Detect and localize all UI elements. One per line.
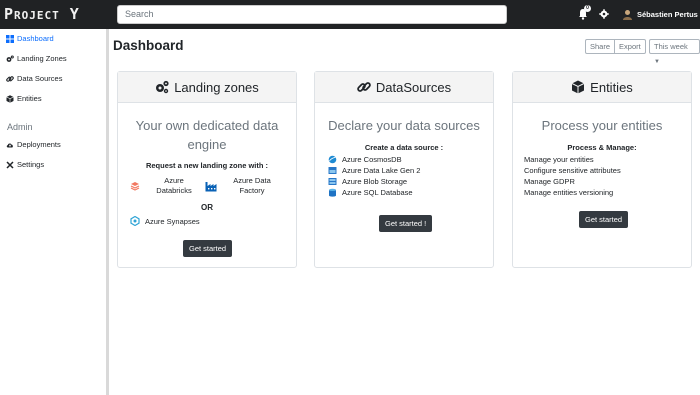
get-started-button[interactable]: Get started ! xyxy=(379,215,433,232)
sidebar-item-deployments[interactable]: Deployments xyxy=(6,140,61,149)
gears-icon xyxy=(6,55,14,62)
get-started-button[interactable]: Get started xyxy=(183,240,233,257)
sidebar-item-label: Landing Zones xyxy=(17,54,67,63)
sidebar-item-label: Deployments xyxy=(17,140,61,149)
option-label: Factory xyxy=(239,186,265,195)
sidebar-item-entities[interactable]: Entities xyxy=(6,94,42,103)
tools-icon xyxy=(6,160,14,169)
sidebar-item-landing-zones[interactable]: Landing Zones xyxy=(6,54,67,63)
list-item: Configure sensitive attributes xyxy=(524,166,621,175)
sidebar-divider xyxy=(106,29,109,395)
option-label: Azure xyxy=(164,176,184,185)
synapse-icon[interactable] xyxy=(130,216,140,226)
link-icon xyxy=(6,75,14,82)
datasource-list: Azure CosmosDB Azure Data Lake Gen 2 Azu… xyxy=(328,154,420,198)
share-export-group: Share Export xyxy=(585,39,646,54)
share-button[interactable]: Share xyxy=(585,39,616,54)
card-header: DataSources xyxy=(315,72,493,103)
sidebar-item-dashboard[interactable]: Dashboard xyxy=(6,34,54,43)
list-item: Manage entities versioning xyxy=(524,188,614,197)
azure-databricks-option[interactable]: Azure Databricks xyxy=(148,176,200,196)
notification-badge: 0 xyxy=(584,5,591,12)
list-item[interactable]: Azure CosmosDB xyxy=(328,154,420,165)
list-item-label: Azure CosmosDB xyxy=(342,155,402,164)
cube-icon xyxy=(6,94,14,103)
admin-section-title: Admin xyxy=(7,122,33,132)
card-title: Entities xyxy=(590,79,633,95)
chevron-down-icon: ▼ xyxy=(654,59,660,65)
card-lead: Process your entities xyxy=(541,118,663,133)
card-header: Landing zones xyxy=(118,72,296,103)
list-item-label: Azure SQL Database xyxy=(342,188,413,197)
entities-list: Manage your entities Configure sensitive… xyxy=(524,154,621,198)
list-item[interactable]: Azure Data Lake Gen 2 xyxy=(328,165,420,176)
azure-synapses-option[interactable]: Azure Synapses xyxy=(145,217,200,226)
data-lake-icon xyxy=(328,167,337,174)
list-item: Manage GDPR xyxy=(524,177,575,186)
option-label: Databricks xyxy=(156,186,192,195)
sidebar-item-settings[interactable]: Settings xyxy=(6,160,44,169)
list-item[interactable]: Azure Blob Storage xyxy=(328,176,420,187)
search-input[interactable]: Search xyxy=(117,5,507,24)
list-item: Manage your entities xyxy=(524,155,594,164)
period-dropdown-label: This week xyxy=(654,42,688,51)
sidebar-item-data-sources[interactable]: Data Sources xyxy=(6,74,62,83)
cube-icon xyxy=(571,80,585,94)
blob-storage-icon xyxy=(328,178,337,185)
sidebar-item-label: Settings xyxy=(17,160,45,169)
or-separator: OR xyxy=(201,203,213,212)
gears-icon xyxy=(156,80,169,94)
cloud-upload-icon xyxy=(6,142,13,147)
sidebar xyxy=(0,29,106,395)
card-lead: Your own dedicated data engine xyxy=(118,116,296,154)
card-title: DataSources xyxy=(375,79,452,95)
list-item-label: Azure Data Lake Gen 2 xyxy=(342,166,421,175)
sidebar-item-label: Entities xyxy=(17,94,42,103)
option-label: Azure Data xyxy=(233,176,271,185)
data-factory-icon[interactable] xyxy=(205,181,217,192)
avatar[interactable] xyxy=(622,9,633,20)
card-subtitle: Process & Manage: xyxy=(567,143,637,152)
card-lead-line: Your own dedicated data xyxy=(135,118,279,133)
app-brand[interactable]: Project Y xyxy=(4,5,80,23)
card-lead: Declare your data sources xyxy=(328,118,480,133)
azure-data-factory-option[interactable]: Azure Data Factory xyxy=(222,176,282,196)
card-subtitle: Request a new landing zone with : xyxy=(145,161,269,170)
landing-zones-card: Landing zones Your own dedicated data en… xyxy=(117,71,297,268)
sidebar-item-label: Dashboard xyxy=(17,34,54,43)
list-item-label: Azure Blob Storage xyxy=(342,177,408,186)
list-item[interactable]: Azure SQL Database xyxy=(328,187,420,198)
card-header: Entities xyxy=(513,72,691,103)
dashboard-icon xyxy=(6,34,14,43)
cosmosdb-icon xyxy=(328,155,337,164)
entities-card: Entities Process your entities Process &… xyxy=(512,71,692,268)
export-button[interactable]: Export xyxy=(615,39,646,54)
link-icon xyxy=(357,82,371,92)
databricks-icon[interactable] xyxy=(130,181,140,191)
get-started-button[interactable]: Get started xyxy=(579,211,629,228)
user-name[interactable]: Sébastien Pertus xyxy=(637,10,698,19)
sidebar-item-label: Data Sources xyxy=(17,74,63,83)
card-lead-line: engine xyxy=(187,137,227,152)
gear-icon[interactable] xyxy=(599,9,609,19)
sql-database-icon xyxy=(329,188,336,197)
page-title: Dashboard xyxy=(113,38,184,53)
card-title: Landing zones xyxy=(174,79,259,95)
top-navbar: Project Y Search 0 Sébastien Pertus xyxy=(0,0,700,29)
datasources-card: DataSources Declare your data sources Cr… xyxy=(314,71,494,268)
period-dropdown[interactable]: This week ▼ xyxy=(649,39,700,65)
card-subtitle: Create a data source : xyxy=(364,143,444,152)
